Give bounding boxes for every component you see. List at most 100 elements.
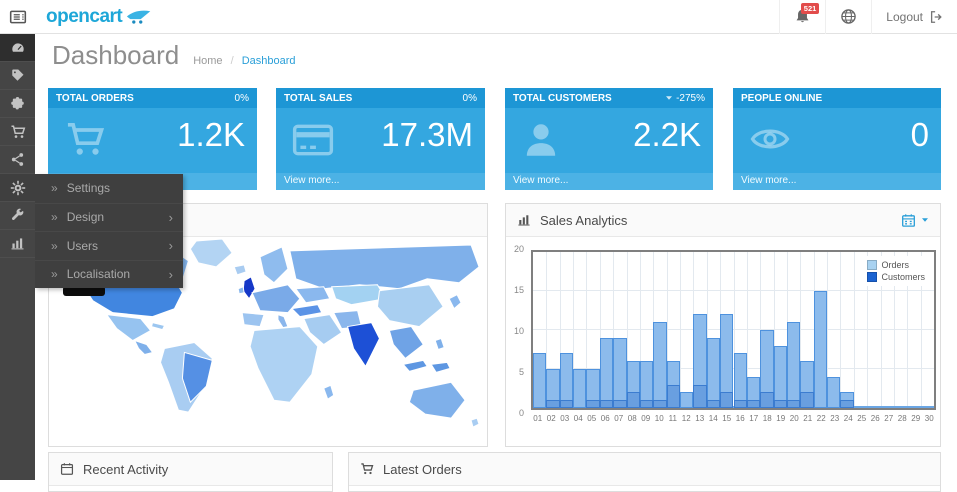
y-tick-label: 0 <box>519 408 524 418</box>
sales-analytics-panel: Sales Analytics 05101520 OrdersCustomers… <box>505 203 941 447</box>
y-tick-label: 15 <box>514 285 524 295</box>
chart-bar-orders <box>613 338 626 408</box>
topbar: opencart 521 Logout <box>0 0 957 34</box>
sidebar <box>0 34 35 480</box>
breadcrumb-home[interactable]: Home <box>193 55 222 67</box>
stores-button[interactable] <box>825 0 871 34</box>
chart-bar-customers <box>640 400 653 408</box>
page-heading: Dashboard Home / Dashboard <box>52 40 296 71</box>
chart-bar-orders <box>573 369 586 408</box>
share-icon <box>10 152 25 167</box>
tile-people-online: PEOPLE ONLINE 0 View more... <box>733 88 941 190</box>
tile-percent: 0% <box>463 93 477 104</box>
chevron-right-icon: › <box>169 210 173 225</box>
chart-bar-customers <box>546 400 559 408</box>
y-tick-label: 10 <box>514 326 524 336</box>
sidebar-item-reports[interactable] <box>0 230 35 258</box>
x-tick-label: 19 <box>774 414 788 423</box>
sidebar-item-catalog[interactable] <box>0 62 35 90</box>
chart-bar-customers <box>800 392 813 408</box>
chart-bar-customers <box>787 400 800 408</box>
logout-button[interactable]: Logout <box>871 0 957 34</box>
menu-toggle-button[interactable] <box>0 0 36 34</box>
x-tick-label: 18 <box>761 414 775 423</box>
tile-value: 17.3M <box>381 116 473 154</box>
x-tick-label: 29 <box>909 414 923 423</box>
double-angle-icon: » <box>51 210 58 224</box>
x-tick-label: 12 <box>680 414 694 423</box>
chart-bar-customers <box>747 400 760 408</box>
submenu-label: Localisation <box>67 267 130 281</box>
chart-body: 05101520 OrdersCustomers 010203040506070… <box>506 237 940 446</box>
chart-bar-customers <box>560 400 573 408</box>
submenu-label: Design <box>67 210 104 224</box>
sidebar-item-dashboard[interactable] <box>0 34 35 62</box>
view-more-link[interactable]: View more... <box>276 173 485 190</box>
x-tick-label: 27 <box>882 414 896 423</box>
submenu-item-design[interactable]: » Design › <box>35 203 183 232</box>
calendar-icon <box>901 213 916 228</box>
double-angle-icon: » <box>51 267 58 281</box>
chart-bar-orders <box>707 338 720 408</box>
tile-value: 1.2K <box>177 116 245 154</box>
x-tick-label: 09 <box>639 414 653 423</box>
topbar-actions: 521 Logout <box>779 0 957 34</box>
chart-bar-customers <box>840 400 853 408</box>
recent-activity-title: Recent Activity <box>83 462 168 477</box>
submenu-item-localisation[interactable]: » Localisation › <box>35 260 183 289</box>
credit-card-icon <box>290 119 336 161</box>
sidebar-item-marketing[interactable] <box>0 146 35 174</box>
chart-y-axis: 05101520 <box>506 250 527 414</box>
chart-bar-customers <box>693 385 706 408</box>
x-tick-label: 15 <box>720 414 734 423</box>
breadcrumb-current[interactable]: Dashboard <box>242 55 296 67</box>
x-tick-label: 25 <box>855 414 869 423</box>
tile-value: 0 <box>911 116 929 154</box>
submenu-item-users[interactable]: » Users › <box>35 231 183 260</box>
chart-bar-orders <box>680 392 693 408</box>
tile-label: PEOPLE ONLINE <box>741 93 822 104</box>
submenu-item-settings[interactable]: » Settings <box>35 174 183 203</box>
menu-toggle-icon <box>9 8 27 26</box>
tile-label: TOTAL SALES <box>284 93 352 104</box>
bar-chart-icon <box>10 236 25 251</box>
x-tick-label: 28 <box>896 414 910 423</box>
x-tick-label: 11 <box>666 414 680 423</box>
x-tick-label: 16 <box>734 414 748 423</box>
view-more-link[interactable]: View more... <box>733 173 941 190</box>
sidebar-item-system[interactable] <box>0 174 35 202</box>
legend-label: Customers <box>881 272 925 282</box>
x-tick-label: 04 <box>572 414 586 423</box>
chart-bar-customers <box>613 400 626 408</box>
view-more-link[interactable]: View more... <box>505 173 713 190</box>
breadcrumb-separator: / <box>231 55 234 67</box>
x-tick-label: 02 <box>545 414 559 423</box>
chart-bar-orders <box>600 338 613 408</box>
eye-icon <box>747 119 793 159</box>
tag-icon <box>10 68 25 83</box>
sidebar-item-extensions[interactable] <box>0 90 35 118</box>
chart-bar-customers <box>586 400 599 408</box>
recent-activity-panel: Recent Activity <box>48 452 333 492</box>
x-tick-label: 26 <box>869 414 883 423</box>
speedometer-icon <box>10 40 26 56</box>
chart-bar-customers <box>627 392 640 408</box>
sidebar-item-sales[interactable] <box>0 118 35 146</box>
submenu-label: Settings <box>67 181 110 195</box>
latest-orders-title: Latest Orders <box>383 462 462 477</box>
sidebar-item-tools[interactable] <box>0 202 35 230</box>
chart-plot: OrdersCustomers <box>531 250 936 410</box>
legend-swatch <box>867 260 877 270</box>
gridline <box>840 252 841 408</box>
opencart-cart-glyph-icon <box>126 8 152 25</box>
tile-label: TOTAL CUSTOMERS <box>513 93 612 104</box>
gridline <box>533 290 934 291</box>
x-tick-label: 07 <box>612 414 626 423</box>
date-range-button[interactable] <box>901 213 929 228</box>
opencart-logo[interactable]: opencart <box>46 6 152 28</box>
chart-bar-orders <box>653 322 666 408</box>
x-tick-label: 23 <box>828 414 842 423</box>
notifications-button[interactable]: 521 <box>779 0 825 34</box>
puzzle-icon <box>10 96 25 111</box>
chart-bar-orders <box>827 377 840 408</box>
